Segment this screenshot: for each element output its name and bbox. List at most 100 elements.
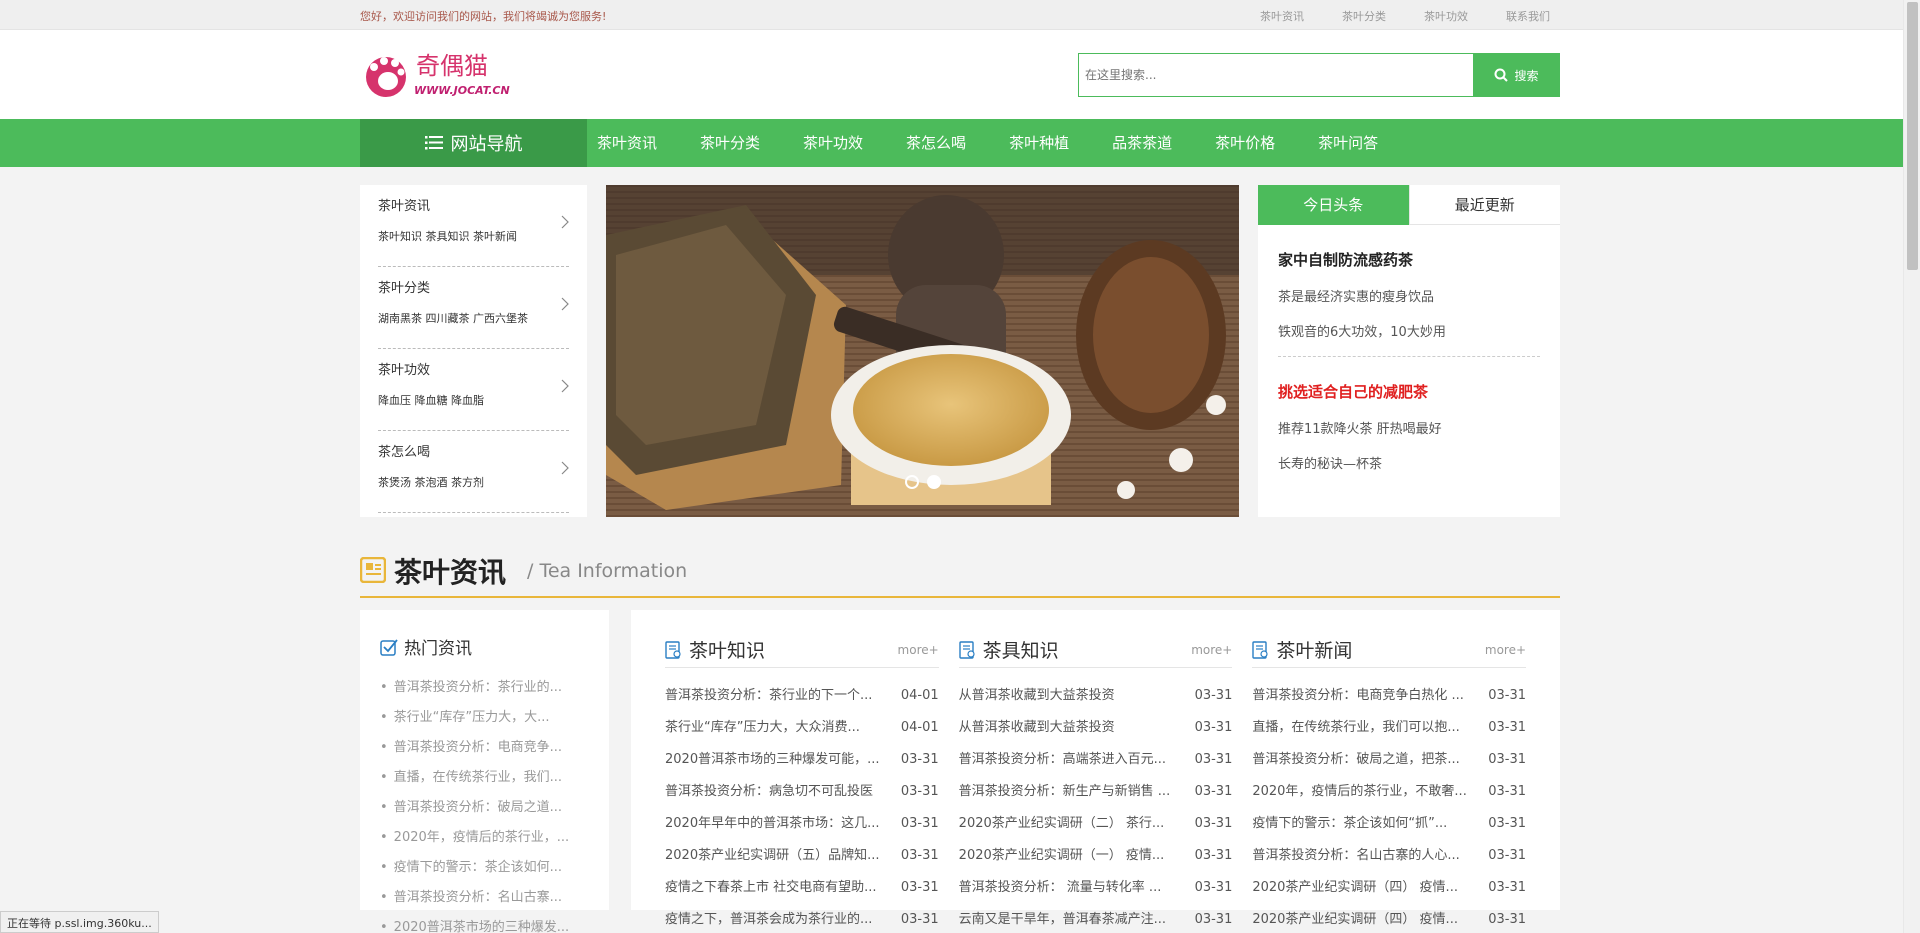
list-item[interactable]: 2020茶产业纪实调研（四） 疫情... 03-31 [1252, 904, 1526, 933]
chevron-right-icon [561, 215, 569, 229]
hot-news-list: 普洱茶投资分析：茶行业的... 茶行业“库存”压力大，大... 普洱茶投资分析：… [380, 673, 589, 933]
list-item[interactable]: 云南又是干旱年，普洱春茶减产注... 03-31 [959, 904, 1233, 933]
category-subs[interactable]: 降血压 降血糖 降血脂 [378, 392, 569, 408]
column-header: 茶具知识 more+ [958, 632, 1233, 668]
column-title: 茶叶新闻 [1276, 640, 1353, 662]
list-item[interactable]: 疫情下的警示：茶企该如何... [380, 853, 589, 883]
nav-item-how-to-drink[interactable]: 茶怎么喝 [896, 119, 966, 167]
category-item[interactable]: 茶叶资讯 茶叶知识 茶具知识 茶叶新闻 [378, 185, 569, 267]
banner-slider[interactable] [606, 185, 1239, 517]
newspaper-icon [360, 557, 386, 583]
more-link[interactable]: more+ [1485, 643, 1526, 657]
search-button[interactable]: 搜索 [1473, 53, 1560, 97]
tab-recent-updates[interactable]: 最近更新 [1408, 185, 1560, 225]
list-item[interactable]: 疫情下的警示：茶企该如何“抓”... 03-31 [1252, 808, 1526, 840]
list-item[interactable]: 普洱茶投资分析：破局之道，把茶... 03-31 [1252, 744, 1526, 776]
search-input[interactable] [1078, 53, 1474, 97]
headline-link[interactable]: 长寿的秘诀—杯茶 [1278, 453, 1540, 472]
nav-item-tea-planting[interactable]: 茶叶种植 [999, 119, 1069, 167]
headline-link[interactable]: 铁观音的6大功效，10大妙用 [1278, 321, 1540, 340]
chevron-right-icon [561, 297, 569, 311]
list-item[interactable]: 普洱茶投资分析：茶行业的... [380, 673, 589, 703]
slider-dots [905, 475, 941, 489]
slider-dot[interactable] [905, 475, 919, 489]
category-subs[interactable]: 茶煲汤 茶泡酒 茶方剂 [378, 474, 569, 490]
headline-title[interactable]: 家中自制防流感药茶 [1278, 249, 1540, 270]
paw-icon [366, 57, 406, 97]
category-subs[interactable]: 茶叶知识 茶具知识 茶叶新闻 [378, 228, 569, 244]
list-item[interactable]: 普洱茶投资分析：名山古寨... [380, 883, 589, 913]
list-item[interactable]: 普洱茶投资分析：高端茶进入百元... 03-31 [959, 744, 1233, 776]
nav-item-tea-price[interactable]: 茶叶价格 [1205, 119, 1275, 167]
nav-item-tea-effect[interactable]: 茶叶功效 [793, 119, 863, 167]
list-item[interactable]: 普洱茶投资分析：茶行业的下一个... 04-01 [665, 680, 939, 712]
tab-today-headlines[interactable]: 今日头条 [1258, 185, 1409, 225]
list-item[interactable]: 普洱茶投资分析：新生产与新销售 ... 03-31 [959, 776, 1233, 808]
list-item[interactable]: 2020年早年中的普洱茶市场：这几... 03-31 [665, 808, 939, 840]
list-item[interactable]: 普洱茶投资分析：破局之道... [380, 793, 589, 823]
nav-all-categories[interactable]: 网站导航 [360, 119, 587, 167]
slider-dot-active[interactable] [927, 475, 941, 489]
search-button-label: 搜索 [1514, 68, 1539, 83]
list-item[interactable]: 2020茶产业纪实调研（四） 疫情... 03-31 [1252, 872, 1526, 904]
list-item[interactable]: 茶行业“库存”压力大，大众消费... 04-01 [665, 712, 939, 744]
list-item[interactable]: 茶行业“库存”压力大，大... [380, 703, 589, 733]
top-link-tea-effect[interactable]: 茶叶功效 [1424, 8, 1468, 24]
list-item[interactable]: 普洱茶投资分析：名山古寨的人心... 03-31 [1252, 840, 1526, 872]
headline-link[interactable]: 推荐11款降火茶 肝热喝最好 [1278, 418, 1540, 437]
column-header: 茶叶新闻 more+ [1252, 632, 1527, 668]
section-title: 茶叶资讯 [394, 556, 507, 589]
category-item[interactable]: 茶怎么喝 茶煲汤 茶泡酒 茶方剂 [378, 431, 569, 513]
list-item[interactable]: 2020茶产业纪实调研（五）品牌知... 03-31 [665, 840, 939, 872]
list-item[interactable]: 普洱茶投资分析：电商竞争... [380, 733, 589, 763]
headline-link[interactable]: 茶是最经济实惠的瘦身饮品 [1278, 286, 1540, 305]
list-item[interactable]: 2020年，疫情后的茶行业，不敢奢... 03-31 [1252, 776, 1526, 808]
category-item[interactable]: 茶叶功效 降血压 降血糖 降血脂 [378, 349, 569, 431]
list-item[interactable]: 从普洱茶收藏到大益茶投资 03-31 [959, 712, 1233, 744]
document-icon [958, 640, 975, 659]
list-item[interactable]: 2020茶产业纪实调研（二） 茶行... 03-31 [959, 808, 1233, 840]
list-item[interactable]: 2020普洱茶市场的三种爆发... [380, 913, 589, 933]
top-link-contact[interactable]: 联系我们 [1506, 8, 1550, 24]
top-link-tea-news[interactable]: 茶叶资讯 [1260, 8, 1304, 24]
column-teaware-knowledge: 茶具知识 more+ 从普洱茶收藏到大益茶投资 03-31 从普洱茶收藏到大益茶投… [958, 632, 1233, 927]
category-item[interactable]: 茶叶分类 湖南黑茶 四川藏茶 广西六堡茶 [378, 267, 569, 349]
news-row: 热门资讯 普洱茶投资分析：茶行业的... 茶行业“库存”压力大，大... 普洱茶… [360, 610, 1560, 933]
banner-image[interactable] [606, 185, 1239, 517]
nav-items: 茶叶资讯 茶叶分类 茶叶功效 茶怎么喝 茶叶种植 品茶茶道 茶叶价格 茶叶问答 [587, 119, 1411, 167]
category-title: 茶叶资讯 [378, 199, 431, 214]
hot-news-header: 热门资讯 [380, 634, 589, 659]
chevron-right-icon [561, 461, 569, 475]
site-logo[interactable]: 奇偶猫 WWW.JOCAT.CN [360, 45, 540, 101]
list-item[interactable]: 直播，在传统茶行业，我们可以抱... 03-31 [1252, 712, 1526, 744]
greeting-text: 您好，欢迎访问我们的网站，我们将竭诚为您服务! [360, 10, 607, 23]
list-item[interactable]: 2020茶产业纪实调研（一） 疫情... 03-31 [959, 840, 1233, 872]
browser-status-bar: 正在等待 p.ssl.img.360ku... [0, 911, 159, 933]
list-item[interactable]: 从普洱茶收藏到大益茶投资 03-31 [959, 680, 1233, 712]
top-link-tea-category[interactable]: 茶叶分类 [1342, 8, 1386, 24]
news-columns: 茶叶知识 more+ 普洱茶投资分析：茶行业的下一个... 04-01 茶行业“库… [631, 610, 1560, 927]
list-item[interactable]: 2020年，疫情后的茶行业，... [380, 823, 589, 853]
banner-row: 茶叶资讯 茶叶知识 茶具知识 茶叶新闻 茶叶分类 湖南黑茶 四川藏茶 广西六堡茶… [360, 185, 1560, 517]
list-item[interactable]: 直播，在传统茶行业，我们... [380, 763, 589, 793]
nav-item-tea-qa[interactable]: 茶叶问答 [1308, 119, 1378, 167]
nav-item-tea-ceremony[interactable]: 品茶茶道 [1102, 119, 1172, 167]
more-link[interactable]: more+ [1191, 643, 1232, 657]
list-item[interactable]: 疫情之下，普洱茶会成为茶行业的... 03-31 [665, 904, 939, 933]
nav-item-tea-category[interactable]: 茶叶分类 [690, 119, 760, 167]
site-header: 奇偶猫 WWW.JOCAT.CN 搜索 [0, 30, 1920, 119]
divider [1278, 356, 1540, 357]
nav-item-tea-news[interactable]: 茶叶资讯 [587, 119, 657, 167]
more-link[interactable]: more+ [898, 643, 939, 657]
list-item[interactable]: 普洱茶投资分析：电商竞争白热化 ... 03-31 [1252, 680, 1526, 712]
list-item[interactable]: 普洱茶投资分析： 流量与转化率 ... 03-31 [959, 872, 1233, 904]
list-item[interactable]: 疫情之下春茶上市 社交电商有望助... 03-31 [665, 872, 939, 904]
category-menu: 茶叶资讯 茶叶知识 茶具知识 茶叶新闻 茶叶分类 湖南黑茶 四川藏茶 广西六堡茶… [360, 185, 587, 517]
headline-title-red[interactable]: 挑选适合自己的减肥茶 [1278, 381, 1540, 402]
vertical-scrollbar[interactable] [1903, 0, 1920, 933]
list-item[interactable]: 普洱茶投资分析：病急切不可乱投医 03-31 [665, 776, 939, 808]
list-item[interactable]: 2020普洱茶市场的三种爆发可能，... 03-31 [665, 744, 939, 776]
category-subs[interactable]: 湖南黑茶 四川藏茶 广西六堡茶 [378, 310, 569, 326]
scrollbar-thumb[interactable] [1907, 2, 1918, 270]
headline-tabs: 今日头条 最近更新 [1258, 185, 1560, 225]
